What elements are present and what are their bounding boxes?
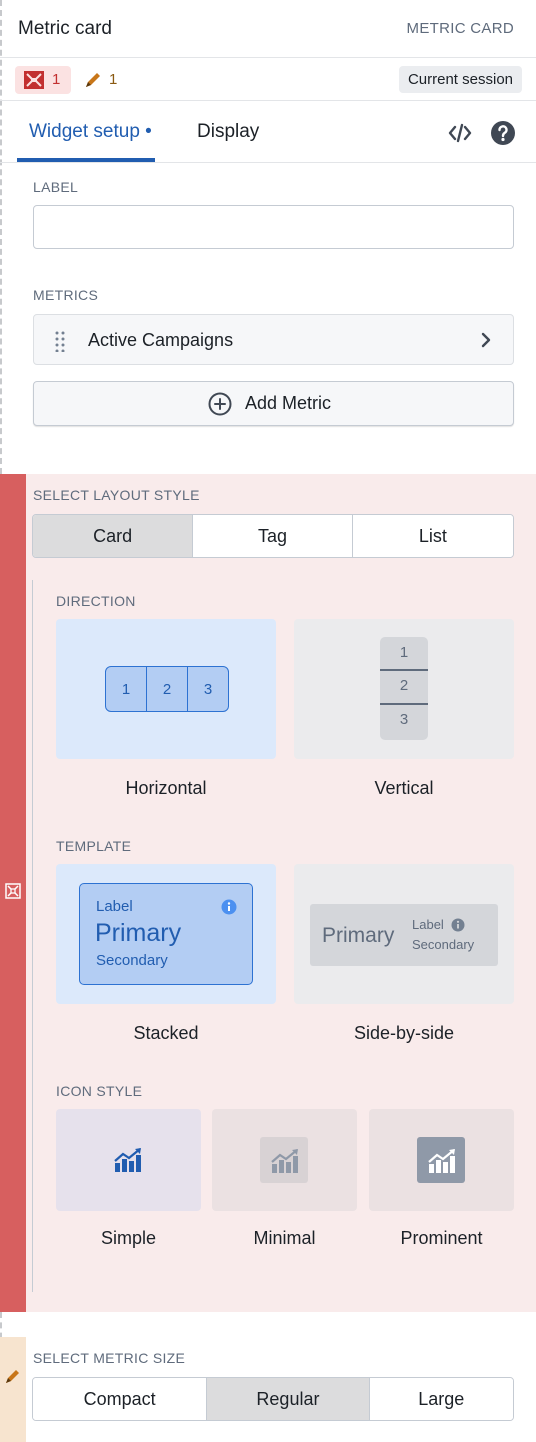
direction-horizontal-label: Horizontal <box>125 778 207 798</box>
error-marker-bar <box>0 474 26 1312</box>
layout-option-list[interactable]: List <box>352 515 513 557</box>
edit-count: 1 <box>109 71 118 88</box>
side-by-side-preview: Primary Label Secondary <box>310 904 498 966</box>
error-grid-icon <box>24 71 44 89</box>
icon-style-simple-tile[interactable] <box>56 1109 201 1211</box>
preview-secondary: Secondary <box>96 952 168 969</box>
pencil-icon <box>86 73 100 87</box>
direction-heading: DIRECTION <box>56 593 136 609</box>
preview-cell: 1 <box>399 644 409 661</box>
stacked-preview: Label Primary Secondary <box>79 883 253 985</box>
active-tab-indicator <box>17 158 155 162</box>
preview-primary: Primary <box>95 919 182 947</box>
preview-primary: Primary <box>322 924 395 947</box>
template-heading: TEMPLATE <box>56 838 132 854</box>
metric-size-regular[interactable]: Regular <box>207 1378 370 1420</box>
template-stacked-label: Stacked <box>133 1023 199 1043</box>
nested-options-guide <box>32 580 33 1292</box>
tab-widget-setup[interactable]: Widget setup • <box>29 121 152 143</box>
metric-size-selector: Compact Regular Large <box>32 1377 514 1421</box>
metric-size-compact[interactable]: Compact <box>33 1378 208 1420</box>
direction-horizontal-tile[interactable]: 1 2 3 <box>56 619 276 759</box>
vertical-preview: 1 2 3 <box>380 637 428 740</box>
chevron-right-icon <box>481 332 491 348</box>
layout-option-card[interactable]: Card <box>33 515 194 557</box>
direction-vertical-label: Vertical <box>374 778 434 798</box>
direction-vertical-tile[interactable]: 1 2 3 <box>294 619 514 759</box>
code-icon[interactable] <box>447 120 473 146</box>
drag-handle-icon[interactable] <box>54 330 66 352</box>
trend-chart-icon <box>260 1137 308 1183</box>
icon-style-heading: ICON STYLE <box>56 1083 143 1099</box>
template-stacked-tile[interactable]: Label Primary Secondary <box>56 864 276 1004</box>
layout-style-selector: Card Tag List <box>32 514 514 558</box>
trend-chart-icon <box>114 1148 141 1172</box>
session-badge[interactable]: Current session <box>398 66 522 93</box>
preview-divider <box>380 669 428 671</box>
error-count: 1 <box>52 71 61 88</box>
edit-count-badge[interactable]: 1 <box>80 66 124 94</box>
metrics-section-heading: METRICS <box>33 287 99 303</box>
icon-style-prominent-tile[interactable] <box>369 1109 514 1211</box>
trend-chart-icon <box>417 1137 465 1183</box>
error-grid-icon <box>5 883 21 899</box>
preview-secondary: Secondary <box>412 937 475 952</box>
help-icon[interactable] <box>490 120 516 146</box>
label-input[interactable] <box>33 205 514 249</box>
label-section-heading: LABEL <box>33 179 79 195</box>
icon-style-minimal-label: Minimal <box>253 1228 316 1248</box>
plus-circle-icon <box>208 392 232 416</box>
layout-option-tag[interactable]: Tag <box>193 515 353 557</box>
preview-cell: 3 <box>203 680 213 698</box>
status-row: 1 1 Current session <box>0 59 536 101</box>
preview-cell: 3 <box>399 711 409 728</box>
icon-style-minimal-tile[interactable] <box>212 1109 357 1211</box>
pencil-icon <box>6 1370 19 1383</box>
error-count-badge[interactable]: 1 <box>15 66 71 94</box>
widget-type-label: METRIC CARD <box>406 20 514 37</box>
edit-marker-bar <box>0 1337 26 1442</box>
preview-cell: 2 <box>399 677 409 694</box>
error-highlight-section: SELECT LAYOUT STYLE Card Tag List DIRECT… <box>0 474 536 1312</box>
info-icon <box>451 918 465 932</box>
preview-label: Label <box>412 917 444 932</box>
template-side-by-side-tile[interactable]: Primary Label Secondary <box>294 864 514 1004</box>
icon-style-simple-label: Simple <box>100 1228 157 1248</box>
preview-label: Label <box>96 898 133 915</box>
layout-style-heading: SELECT LAYOUT STYLE <box>33 487 200 503</box>
tab-bar: Widget setup • Display <box>0 102 536 163</box>
tab-display[interactable]: Display <box>197 121 259 143</box>
metric-size-heading: SELECT METRIC SIZE <box>33 1350 186 1366</box>
info-icon <box>221 899 237 915</box>
add-metric-button[interactable]: Add Metric <box>33 381 514 426</box>
widget-title: Metric card <box>18 18 112 39</box>
horizontal-preview: 1 2 3 <box>105 666 229 712</box>
add-metric-label: Add Metric <box>245 393 332 413</box>
icon-style-prominent-label: Prominent <box>400 1228 483 1248</box>
template-side-by-side-label: Side-by-side <box>353 1023 455 1043</box>
metric-size-large[interactable]: Large <box>369 1378 513 1420</box>
metric-name: Active Campaigns <box>88 330 234 350</box>
preview-cell: 2 <box>147 667 188 711</box>
preview-cell: 1 <box>106 667 147 711</box>
panel-header: Metric card METRIC CARD <box>0 0 536 58</box>
metric-item[interactable]: Active Campaigns <box>33 314 514 365</box>
preview-divider <box>380 703 428 705</box>
